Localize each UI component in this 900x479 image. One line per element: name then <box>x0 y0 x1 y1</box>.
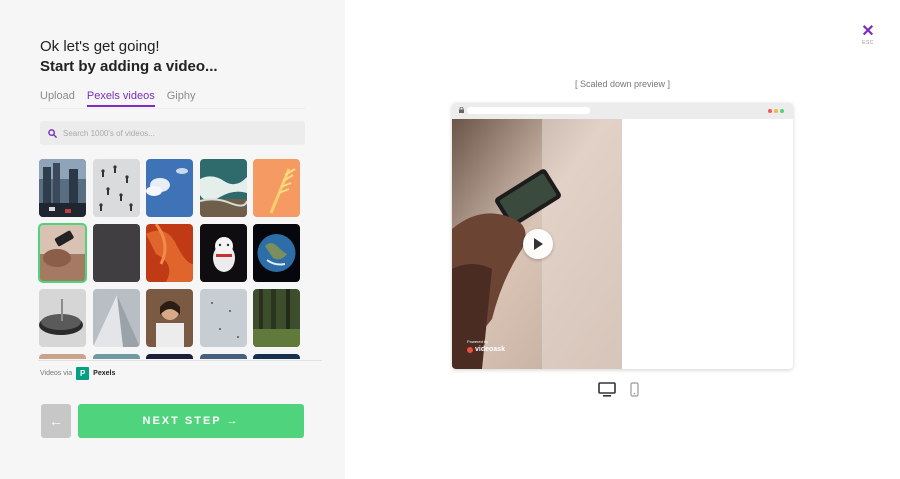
video-thumbnail[interactable] <box>146 224 193 282</box>
forest-image <box>253 289 300 347</box>
video-thumbnail[interactable] <box>146 159 193 217</box>
window-dot-red-icon <box>768 109 772 113</box>
record-player-image <box>39 289 86 347</box>
tab-pexels-videos[interactable]: Pexels videos <box>86 90 155 107</box>
video-thumbnail[interactable] <box>200 224 247 282</box>
esc-label: ESC <box>862 40 874 46</box>
lucky-cat-image <box>200 224 247 282</box>
video-thumbnail[interactable] <box>200 159 247 217</box>
grid-divider <box>38 360 322 361</box>
wheat-stalk-image <box>253 159 300 217</box>
video-thumbnail[interactable] <box>200 354 247 359</box>
video-thumbnail-grid <box>38 157 322 359</box>
device-toggle <box>598 382 639 397</box>
city-street-image <box>39 159 86 217</box>
video-pane: Powered by videoask <box>452 119 622 369</box>
video-thumbnail[interactable] <box>253 354 300 359</box>
credit-prefix: Videos via <box>40 370 73 377</box>
video-thumbnail[interactable] <box>93 354 140 359</box>
video-thumbnail[interactable] <box>93 159 140 217</box>
window-dot-yellow-icon <box>774 109 778 113</box>
video-thumbnail[interactable] <box>146 354 193 359</box>
dark-texture-image <box>93 224 140 282</box>
source-tabs: Upload Pexels videos Giphy <box>40 90 195 107</box>
url-bar <box>467 107 590 114</box>
video-thumbnail[interactable] <box>253 289 300 347</box>
search-icon <box>48 128 57 138</box>
video-thumbnail[interactable] <box>253 224 300 282</box>
crowd-walking-image <box>93 159 140 217</box>
powered-by-label: Powered by <box>467 339 489 344</box>
videoask-brand: videoask <box>467 346 505 353</box>
desktop-view-button[interactable] <box>598 382 616 397</box>
lock-icon <box>459 107 464 113</box>
pexels-credit: Videos via P Pexels <box>40 367 115 380</box>
preview-label: [ Scaled down preview ] <box>574 79 671 89</box>
mobile-view-button[interactable] <box>630 382 639 397</box>
birds-snow-image <box>200 289 247 347</box>
woman-phone-image <box>146 289 193 347</box>
video-thumbnail[interactable] <box>39 159 86 217</box>
video-thumbnail[interactable] <box>200 289 247 347</box>
video-thumbnail[interactable] <box>146 289 193 347</box>
play-button[interactable] <box>523 229 553 259</box>
tabs-divider <box>40 108 305 109</box>
mobile-icon <box>630 382 639 397</box>
video-thumbnail[interactable] <box>39 354 86 359</box>
video-thumbnail[interactable] <box>93 224 140 282</box>
next-step-button[interactable]: NEXT STEP → <box>78 404 304 438</box>
pexels-logo-icon[interactable]: P <box>76 367 90 380</box>
heading-greeting: Ok let's get going! <box>40 38 160 55</box>
window-dot-green-icon <box>780 109 784 113</box>
ocean-waves-image <box>200 159 247 217</box>
close-icon: ✕ <box>861 23 875 40</box>
earth-globe-image <box>253 224 300 282</box>
back-button[interactable]: ← <box>41 404 71 438</box>
tab-giphy[interactable]: Giphy <box>167 90 196 107</box>
desktop-icon <box>598 382 616 397</box>
video-thumbnail[interactable] <box>93 289 140 347</box>
architecture-image <box>93 289 140 347</box>
search-box[interactable] <box>40 121 305 145</box>
pexels-link[interactable]: Pexels <box>93 370 115 377</box>
sky-clouds-image <box>146 159 193 217</box>
heading-instruction: Start by adding a video... <box>40 58 218 75</box>
video-thumbnail[interactable] <box>253 159 300 217</box>
videoask-logo-icon <box>467 346 473 353</box>
brand-name: videoask <box>475 346 505 353</box>
browser-bar <box>452 103 793 119</box>
hand-phone-image <box>39 224 86 282</box>
tab-upload[interactable]: Upload <box>40 90 75 107</box>
play-icon <box>534 238 543 250</box>
video-thumbnail[interactable] <box>39 289 86 347</box>
red-fabric-image <box>146 224 193 282</box>
left-panel: Ok let's get going! Start by adding a vi… <box>0 0 345 479</box>
search-input[interactable] <box>63 128 293 138</box>
browser-preview: Powered by videoask <box>452 103 793 369</box>
video-thumbnail-selected[interactable] <box>38 223 87 283</box>
close-button[interactable]: ✕ ESC <box>858 23 878 47</box>
